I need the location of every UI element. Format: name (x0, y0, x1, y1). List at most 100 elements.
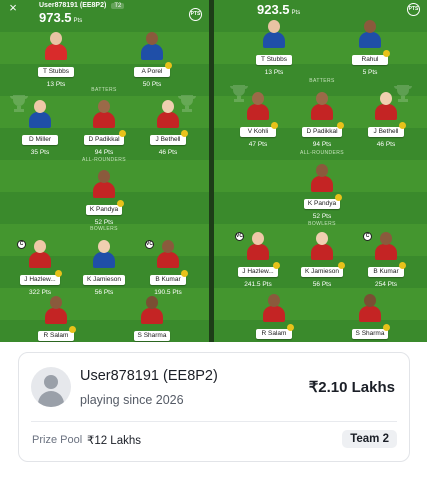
player-avatar (91, 238, 117, 268)
player-name-label: K Jamieson (301, 262, 345, 277)
player-card-miller[interactable]: D Miller 35 Pts (10, 98, 70, 156)
player-card-salam[interactable]: R Salam (244, 292, 304, 340)
player-card-kohli[interactable]: V Kohli 47 Pts (228, 90, 288, 148)
playing-indicator-icon (117, 200, 125, 207)
player-points: 52 Pts (94, 219, 114, 226)
player-name: J Bethell (373, 128, 399, 135)
player-avatar (139, 30, 165, 60)
playing-indicator-icon (181, 130, 188, 137)
right-score-value: 923.5 (257, 2, 290, 17)
playing-indicator-icon (335, 194, 343, 201)
player-name: J Hazlew... (24, 276, 56, 283)
player-card-pandya[interactable]: K Pandya 52 Pts (292, 162, 352, 220)
prize-pool-value: ₹12 Lakhs (87, 435, 141, 447)
player-avatar: VC (145, 238, 181, 268)
player-points: 5 Pts (362, 69, 378, 76)
player-card-sharma[interactable]: S Sharma (122, 294, 182, 342)
compare-teams-screen: × User878191 (EE8P2) T2 973.5 Pts PTS BATT… (0, 0, 427, 500)
player-name-label: R Salam (256, 324, 294, 339)
owner-name-text: User878191 (EE8P2) (39, 2, 107, 9)
player-avatar (155, 98, 181, 128)
player-name-label: D Padikkal (302, 122, 344, 137)
player-name-label: B Kumar (368, 262, 406, 277)
player-name-label: K Pandya (303, 194, 343, 209)
section-bowlers-label: BOWLERS (90, 226, 118, 232)
player-points: 52 Pts (312, 213, 332, 220)
player-name: K Pandya (89, 206, 119, 213)
player-card-kumar[interactable]: C B Kumar 254 Pts (356, 230, 416, 288)
player-points: 241.5 Pts (244, 281, 272, 288)
player-card-hazlewood[interactable]: CJ Hazlew... 322 Pts (10, 238, 70, 296)
player-name-label: B Kumar (150, 270, 188, 285)
player-card-sharma[interactable]: S Sharma (340, 292, 400, 340)
player-card-jamieson[interactable]: K Jamieson 56 Pts (74, 238, 134, 296)
vice-captain-badge: VC (235, 232, 244, 241)
player-name: A Porel (141, 68, 163, 75)
player-name-label: K Pandya (85, 200, 125, 215)
prize-pool-label: Prize Pool (32, 434, 83, 446)
player-name: K Jamieson (87, 276, 121, 283)
player-card-stubbs[interactable]: T Stubbs 13 Pts (26, 30, 86, 88)
player-points: 94 Pts (312, 141, 332, 148)
captain-badge: C (17, 240, 26, 249)
player-avatar (139, 294, 165, 324)
player-avatar (309, 162, 335, 192)
player-card-stubbs[interactable]: T Stubbs 13 Pts (244, 18, 304, 76)
player-name-label: Rahul (352, 50, 390, 65)
player-card-hazlewood[interactable]: VC J Hazlew... 241.5 Pts (228, 230, 288, 288)
section-allrounders-label: ALL-ROUNDERS (300, 150, 344, 156)
player-name: R Salam (43, 332, 69, 339)
player-name: V Kohli (247, 128, 269, 135)
section-allrounders-label: ALL-ROUNDERS (82, 157, 126, 163)
player-card-porel[interactable]: A Porel 50 Pts (122, 30, 182, 88)
player-name: S Sharma (137, 332, 167, 339)
player-avatar (309, 90, 335, 120)
player-card-bethell[interactable]: J Bethell 46 Pts (356, 90, 416, 148)
player-card-bethell[interactable]: J Bethell 46 Pts (138, 98, 198, 156)
playing-indicator-icon (399, 122, 406, 129)
playing-indicator-icon (336, 122, 344, 129)
player-card-padikkal[interactable]: D Padikkal 94 Pts (74, 98, 134, 156)
user-name: User878191 (EE8P2) (80, 368, 218, 384)
player-card-kumar[interactable]: VC B Kumar 190.5 Pts (138, 238, 198, 296)
player-avatar (261, 18, 287, 48)
player-name: J Hazlew... (242, 268, 274, 275)
playing-indicator-icon (165, 62, 172, 69)
player-points: 50 Pts (142, 81, 162, 88)
player-card-pandya[interactable]: K Pandya 52 Pts (74, 168, 134, 226)
playing-since-text: playing since 2026 (80, 393, 184, 407)
player-name-label: T Stubbs (256, 55, 292, 65)
player-card-salam[interactable]: R Salam (26, 294, 86, 342)
pts-toggle-icon[interactable]: PTS (407, 3, 420, 16)
playing-indicator-icon (181, 270, 188, 277)
left-team-field: × User878191 (EE8P2) T2 973.5 Pts PTS BATT… (0, 0, 209, 342)
player-name-label: S Sharma (351, 324, 391, 339)
player-card-rahul[interactable]: Rahul 5 Pts (340, 18, 400, 76)
team-badge[interactable]: Team 2 (342, 430, 397, 448)
pts-toggle-icon[interactable]: PTS (189, 8, 202, 21)
captain-badge: C (363, 232, 372, 241)
player-avatar (43, 294, 69, 324)
section-batters-label: BATTERS (309, 78, 335, 84)
player-points: 13 Pts (264, 69, 284, 76)
player-name: K Jamieson (305, 268, 339, 275)
user-summary-card[interactable]: User878191 (EE8P2) playing since 2026 ₹2… (18, 352, 410, 462)
close-icon[interactable]: × (6, 1, 20, 16)
card-divider (31, 421, 397, 422)
player-avatar (309, 230, 335, 260)
player-name-label: R Salam (38, 326, 76, 341)
vice-captain-badge: VC (145, 240, 154, 249)
playing-indicator-icon (118, 130, 126, 137)
player-points: 94 Pts (94, 149, 114, 156)
player-name: D Padikkal (88, 136, 120, 143)
section-bowlers-label: BOWLERS (308, 221, 336, 227)
player-avatar (27, 98, 53, 128)
player-card-jamieson[interactable]: K Jamieson 56 Pts (292, 230, 352, 288)
player-points: 46 Pts (376, 141, 396, 148)
playing-indicator-icon (383, 50, 390, 57)
player-card-padikkal[interactable]: D Padikkal 94 Pts (292, 90, 352, 148)
player-name-label: J Bethell (368, 122, 406, 137)
player-avatar: VC (235, 230, 271, 260)
player-name-label: J Hazlew... (20, 270, 62, 285)
player-avatar (91, 98, 117, 128)
